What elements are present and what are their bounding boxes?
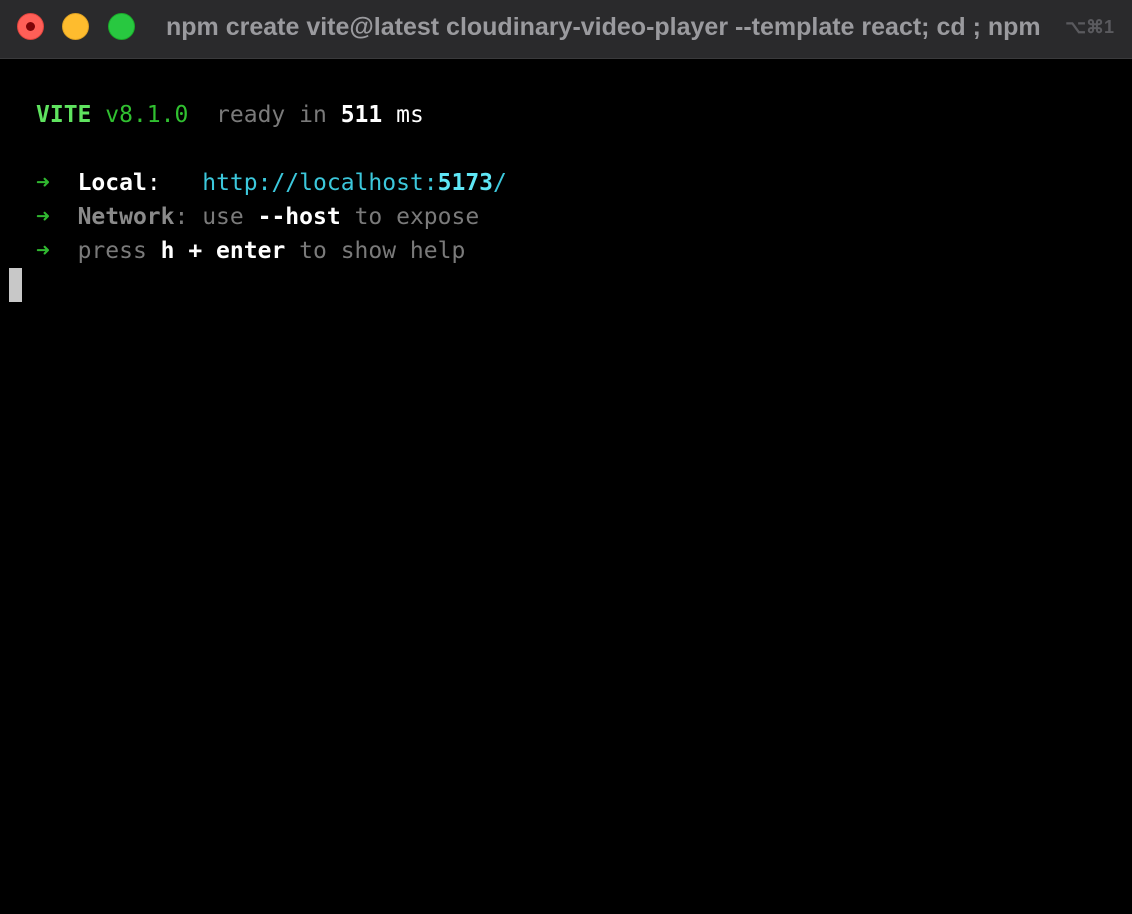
ready-time-value: 511: [340, 102, 383, 128]
help-text-before: press: [77, 238, 147, 264]
vite-ready-line: VITE v8.1.0 ready in 511 ms: [36, 98, 424, 132]
zoom-window-button[interactable]: [108, 13, 135, 40]
local-url-link[interactable]: http://localhost:5173/: [202, 170, 507, 196]
window-title: npm create vite@latest cloudinary-video-…: [166, 13, 1041, 41]
arrow-right-icon: ➜: [36, 170, 50, 196]
network-line: ➜ Network: use --host to expose: [36, 200, 479, 234]
terminal-window: npm create vite@latest cloudinary-video-…: [0, 0, 1132, 914]
local-url-port: 5173: [437, 170, 494, 196]
arrow-right-icon: ➜: [36, 238, 50, 264]
vite-version: v8.1.0: [105, 102, 189, 128]
local-url-line: ➜ Local: http://localhost:5173/: [36, 166, 507, 200]
terminal-output[interactable]: VITE v8.1.0 ready in 511 ms ➜ Local: htt…: [0, 60, 1132, 914]
minimize-window-button[interactable]: [62, 13, 89, 40]
terminal-cursor: [9, 268, 22, 302]
ready-time-unit: ms: [396, 102, 424, 128]
local-url-prefix: http://localhost:: [202, 170, 438, 196]
network-label: Network: [77, 204, 175, 230]
ready-text: ready in: [216, 102, 327, 128]
help-line: ➜ press h + enter to show help: [36, 234, 465, 268]
local-url-suffix: /: [493, 170, 507, 196]
help-text-after: to show help: [299, 238, 466, 264]
network-text-after: to expose: [354, 204, 480, 230]
local-label: Local: [77, 170, 147, 196]
arrow-right-icon: ➜: [36, 204, 50, 230]
network-host-flag: --host: [257, 204, 341, 230]
help-key: h + enter: [160, 238, 286, 264]
title-bar[interactable]: npm create vite@latest cloudinary-video-…: [0, 0, 1132, 59]
local-colon: :: [146, 170, 161, 196]
close-window-button[interactable]: [17, 13, 44, 40]
window-shortcut: ⌥⌘1: [1065, 17, 1114, 37]
network-text-before: : use: [174, 204, 244, 230]
vite-name: VITE: [36, 102, 92, 128]
